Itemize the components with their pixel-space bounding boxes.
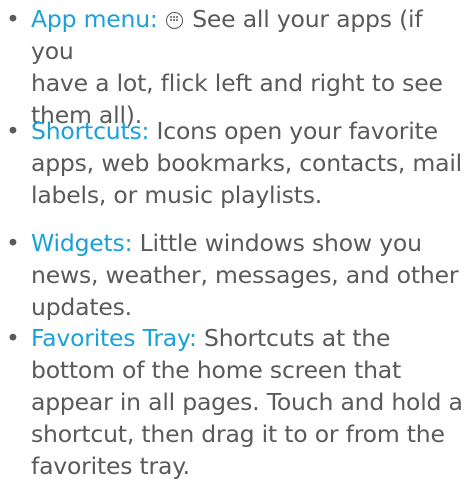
description-line-2: bottom of the home screen that bbox=[31, 356, 402, 384]
description-line-1: Little windows show you bbox=[132, 229, 422, 257]
bullet: • bbox=[6, 229, 20, 257]
description-line-3: appear in all pages. Touch and hold a bbox=[31, 388, 463, 416]
list-item-text: Widgets: Little windows show you news, w… bbox=[31, 227, 469, 323]
description-line-2: have a lot, flick left and right to see bbox=[31, 69, 443, 97]
list-item-text: Shortcuts: Icons open your favorite apps… bbox=[31, 115, 469, 211]
bullet: • bbox=[6, 117, 20, 145]
description-line-2: news, weather, messages, and other bbox=[31, 261, 459, 289]
list-item-text: Favorites Tray: Shortcuts at the bottom … bbox=[31, 322, 469, 482]
description-line-2: apps, web bookmarks, contacts, mail bbox=[31, 149, 462, 177]
list-item-text: App menu: See all your apps (if you have… bbox=[31, 3, 469, 131]
description-line-5: favorites tray. bbox=[31, 452, 190, 480]
term-favorites-tray: Favorites Tray: bbox=[31, 324, 197, 352]
bullet: • bbox=[6, 5, 20, 33]
app-menu-icon bbox=[165, 12, 183, 29]
term-shortcuts: Shortcuts: bbox=[31, 117, 150, 145]
description-line-1: Icons open your favorite bbox=[149, 117, 438, 145]
bullet: • bbox=[6, 324, 20, 352]
term-app-menu: App menu: bbox=[31, 5, 158, 33]
description-line-4: shortcut, then drag it to or from the bbox=[31, 420, 445, 448]
description-line-1: Shortcuts at the bbox=[196, 324, 391, 352]
description-line-3: labels, or music playlists. bbox=[31, 181, 323, 209]
term-widgets: Widgets: bbox=[31, 229, 133, 257]
description-line-3: updates. bbox=[31, 293, 132, 321]
